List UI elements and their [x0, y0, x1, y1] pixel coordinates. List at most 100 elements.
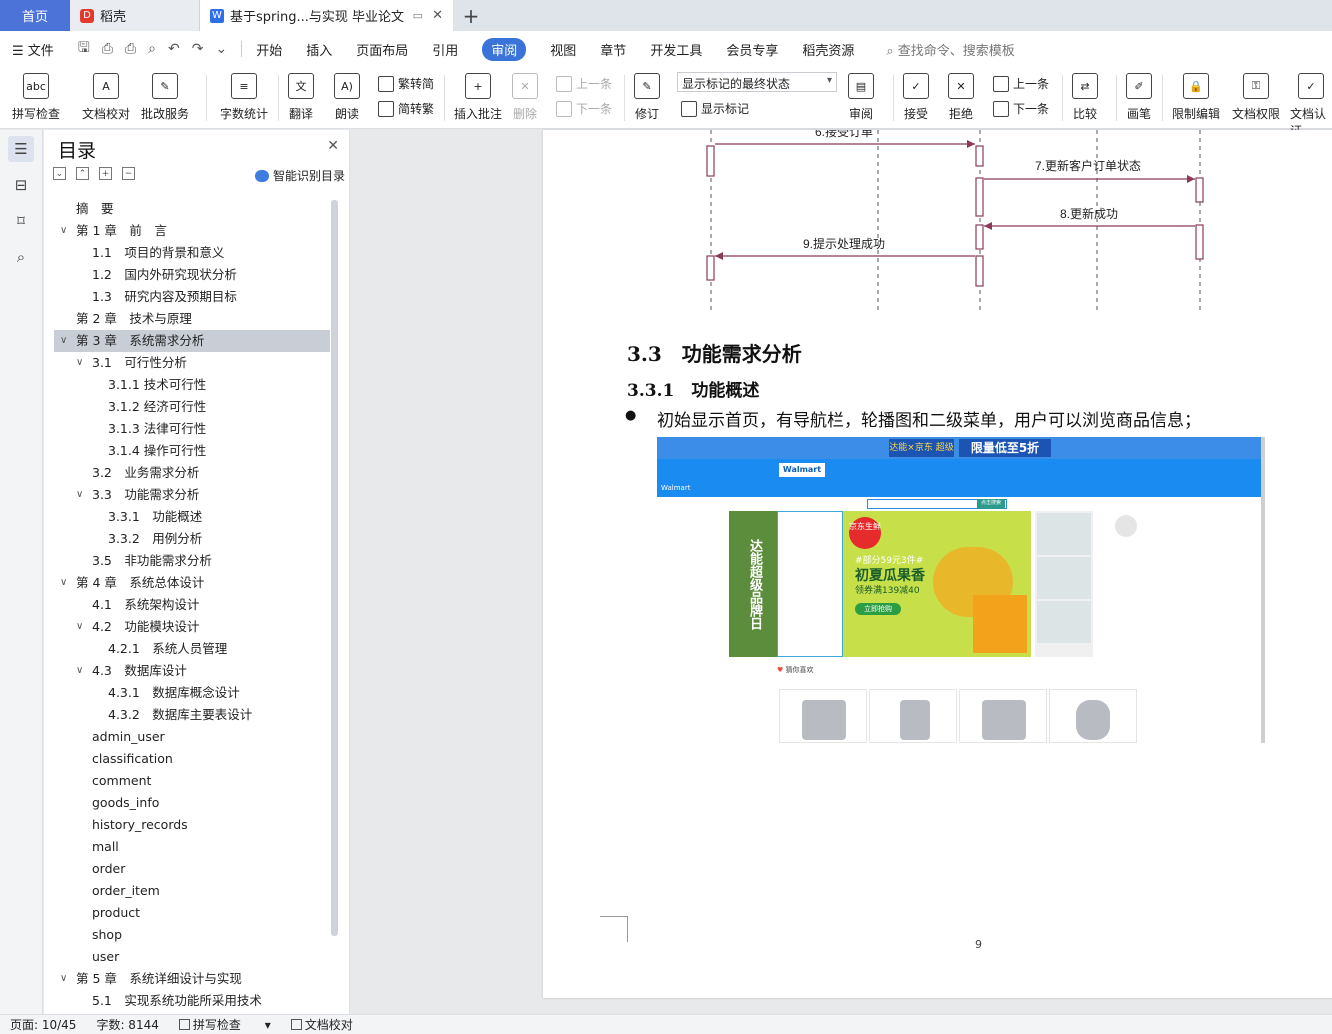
chevron-down-icon[interactable]: ∨ [76, 352, 83, 374]
toc-item[interactable]: order [54, 858, 330, 880]
add-heading-icon[interactable]: + [99, 167, 112, 180]
toc-item[interactable]: 3.5 非功能需求分析 [54, 550, 330, 572]
delete-comment-button[interactable]: ✕ 删除 [512, 73, 538, 122]
toc-item[interactable]: ∨ 3.3 功能需求分析 [54, 484, 330, 506]
toc-item[interactable]: 3.2 业务需求分析 [54, 462, 330, 484]
menu-layout[interactable]: 页面布局 [356, 40, 408, 59]
next-comment-button[interactable]: 下一条 [556, 100, 612, 117]
toc-item[interactable]: 5.1 实现系统功能所采用技术 [54, 990, 330, 1006]
pin-icon[interactable]: ▭ [413, 9, 423, 22]
chapter-nav-icon[interactable]: ⊟ [8, 172, 34, 198]
read-aloud-button[interactable]: A) 朗读 [334, 73, 360, 122]
embedded-screenshot[interactable]: 达能×京东 超级品牌日 限量低至5折 Walmart Walmart 点击搜索 … [657, 437, 1265, 743]
restrict-edit-button[interactable]: 🔒 限制编辑 [1172, 73, 1220, 122]
menu-member[interactable]: 会员专享 [726, 40, 778, 59]
chevron-down-icon[interactable]: ∨ [60, 572, 67, 594]
toc-item[interactable]: ∨ 第 3 章 系统需求分析 [54, 330, 330, 352]
expand-all-icon[interactable]: ⌄ [53, 167, 66, 180]
export-icon[interactable]: ⎙ [102, 41, 113, 57]
toc-item[interactable]: mall [54, 836, 330, 858]
pen-button[interactable]: ✐ 画笔 [1126, 73, 1152, 122]
close-icon[interactable]: ✕ [327, 138, 339, 154]
undo-icon[interactable]: ↶ [168, 41, 180, 57]
toc-item[interactable]: order_item [54, 880, 330, 902]
toc-item[interactable]: 第 2 章 技术与原理 [54, 308, 330, 330]
toc-item[interactable]: 1.1 项目的背景和意义 [54, 242, 330, 264]
menu-daoke[interactable]: 稻壳资源 [802, 40, 854, 59]
toc-item[interactable]: goods_info [54, 792, 330, 814]
spell-check-button[interactable]: abc 拼写检查 [12, 73, 60, 122]
toc-item[interactable]: comment [54, 770, 330, 792]
remove-heading-icon[interactable]: − [122, 167, 135, 180]
toc-item[interactable]: ∨ 4.2 功能模块设计 [54, 616, 330, 638]
toc-scrollbar[interactable] [331, 200, 338, 936]
file-menu[interactable]: ☰ 文件 [12, 40, 54, 59]
bookmark-icon[interactable]: ⌑ [8, 208, 34, 234]
show-markup-button[interactable]: 显示标记 [681, 100, 749, 117]
menu-view[interactable]: 视图 [550, 40, 576, 59]
toc-item[interactable]: 3.3.2 用例分析 [54, 528, 330, 550]
toc-item[interactable]: 3.3.1 功能概述 [54, 506, 330, 528]
outline-icon[interactable]: ☰ [8, 136, 34, 162]
tab-home[interactable]: 首页 [0, 0, 70, 31]
word-count-indicator[interactable]: 字数: 8144 [96, 1016, 158, 1033]
toc-item[interactable]: ∨ 4.3 数据库设计 [54, 660, 330, 682]
chevron-down-icon[interactable]: ∨ [60, 968, 67, 990]
reject-button[interactable]: ✕ 拒绝 [948, 73, 974, 122]
toc-item[interactable]: history_records [54, 814, 330, 836]
smart-toc-button[interactable]: 智能识别目录 [254, 167, 345, 184]
toc-item[interactable]: 4.2.1 系统人员管理 [54, 638, 330, 660]
more-icon[interactable]: ⌄ [215, 41, 227, 57]
doc-proof-button[interactable]: A 文档校对 [82, 73, 130, 122]
toc-item[interactable]: 3.1.1 技术可行性 [54, 374, 330, 396]
preview-icon[interactable]: ⌕ [148, 41, 156, 57]
simp-to-trad-button[interactable]: 简转繁 [378, 100, 434, 117]
status-doc-proof[interactable]: 文档校对 [290, 1016, 373, 1033]
word-count-button[interactable]: ≡ 字数统计 [220, 73, 268, 122]
status-spell-check[interactable]: 拼写检查 ▾ [178, 1016, 271, 1033]
chevron-down-icon[interactable]: ∨ [76, 660, 83, 682]
toc-item[interactable]: ∨ 第 4 章 系统总体设计 [54, 572, 330, 594]
revise-button[interactable]: ✎ 修订 [634, 73, 660, 122]
toc-item[interactable]: 摘 要 [54, 198, 330, 220]
toc-item[interactable]: 1.3 研究内容及预期目标 [54, 286, 330, 308]
command-search[interactable]: ⌕ 查找命令、搜索模板 [886, 40, 1014, 59]
insert-comment-button[interactable]: + 插入批注 [454, 73, 502, 122]
prev-change-button[interactable]: 上一条 [993, 75, 1049, 92]
new-tab-button[interactable]: + [453, 0, 489, 31]
page-indicator[interactable]: 页面: 10/45 [10, 1016, 76, 1033]
chevron-down-icon[interactable]: ∨ [76, 484, 83, 506]
toc-item[interactable]: 4.1 系统架构设计 [54, 594, 330, 616]
toc-item[interactable]: 3.1.4 操作可行性 [54, 440, 330, 462]
toc-item[interactable]: ∨ 第 5 章 系统详细设计与实现 [54, 968, 330, 990]
tab-daoke[interactable]: D 稻壳 [70, 0, 200, 31]
markup-state-select[interactable]: 显示标记的最终状态 [677, 72, 837, 92]
toc-item[interactable]: ∨ 第 1 章 前 言 [54, 220, 330, 242]
toc-item[interactable]: user [54, 946, 330, 968]
compare-button[interactable]: ⇄ 比较 [1072, 73, 1098, 122]
translate-button[interactable]: 文翻译 [288, 73, 314, 122]
menu-chapter[interactable]: 章节 [600, 40, 626, 59]
toc-item[interactable]: product [54, 902, 330, 924]
menu-devtools[interactable]: 开发工具 [650, 40, 702, 59]
toc-item[interactable]: shop [54, 924, 330, 946]
review-pane-button[interactable]: ▤ 审阅 [848, 73, 874, 122]
redo-icon[interactable]: ↷ [192, 41, 204, 57]
menu-reference[interactable]: 引用 [432, 40, 458, 59]
print-icon[interactable]: ⎙ [125, 41, 136, 57]
toc-item[interactable]: 1.2 国内外研究现状分析 [54, 264, 330, 286]
toc-item[interactable]: admin_user [54, 726, 330, 748]
accept-button[interactable]: ✓ 接受 [903, 73, 929, 122]
toc-item[interactable]: 4.3.1 数据库概念设计 [54, 682, 330, 704]
menu-review[interactable]: 审阅 [482, 37, 527, 61]
chevron-down-icon[interactable]: ∨ [60, 330, 67, 352]
chevron-down-icon[interactable]: ∨ [76, 616, 83, 638]
toc-item[interactable]: 3.1.3 法律可行性 [54, 418, 330, 440]
toc-item[interactable]: classification [54, 748, 330, 770]
toc-item[interactable]: 3.1.2 经济可行性 [54, 396, 330, 418]
menu-insert[interactable]: 插入 [306, 40, 332, 59]
save-icon[interactable]: 🖫 [78, 37, 90, 61]
doc-permission-button[interactable]: ⚿ 文档权限 [1232, 73, 1280, 122]
menu-start[interactable]: 开始 [256, 40, 282, 59]
collapse-all-icon[interactable]: ⌃ [76, 167, 89, 180]
